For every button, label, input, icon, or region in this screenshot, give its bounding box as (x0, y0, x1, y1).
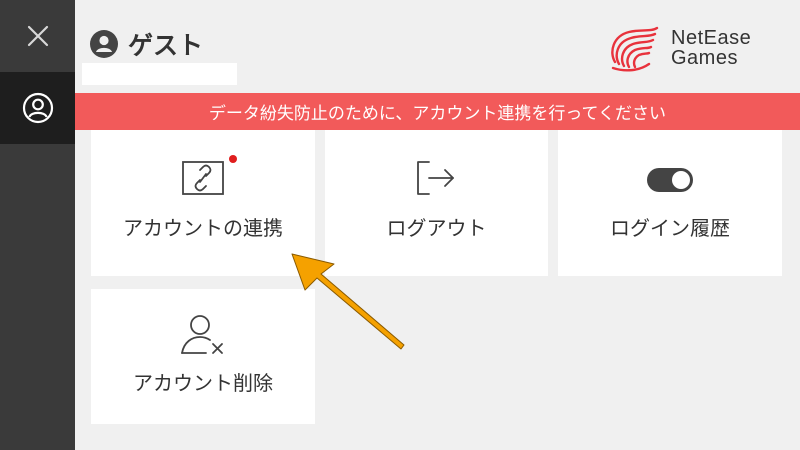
netease-games-logo: NetEase Games (605, 22, 751, 74)
logo-text-line2: Games (671, 47, 738, 69)
logout-card[interactable]: ログアウト (325, 130, 548, 276)
link-account-label: アカウントの連携 (123, 216, 283, 240)
close-icon[interactable] (27, 25, 49, 47)
user-remove-icon (181, 315, 223, 354)
delete-account-card[interactable]: アカウント削除 (91, 289, 315, 424)
banner-text: データ紛失防止のために、アカウント連携を行ってください (208, 104, 667, 124)
close-button[interactable] (0, 0, 75, 72)
link-account-card[interactable]: アカウントの連携 (91, 130, 315, 276)
user-header: ゲスト (90, 26, 203, 62)
logout-icon (417, 161, 454, 195)
logout-label: ログアウト (386, 216, 487, 240)
delete-account-label: アカウント削除 (133, 371, 273, 395)
toggle-icon (647, 168, 693, 192)
login-history-label: ログイン履歴 (610, 216, 730, 240)
login-history-card[interactable]: ログイン履歴 (558, 130, 782, 276)
avatar-icon (90, 30, 118, 58)
netease-logo-icon (611, 26, 659, 72)
logo-text: NetEase Games (671, 28, 751, 68)
user-id-field (82, 63, 237, 85)
sidebar (0, 0, 75, 450)
user-name: ゲスト (128, 31, 204, 60)
account-panel: ゲスト NetEase Games データ紛失防止のために、アカウント連携を行っ… (75, 0, 800, 450)
link-account-banner[interactable]: データ紛失防止のために、アカウント連携を行ってください (75, 93, 800, 130)
notification-badge (229, 155, 237, 163)
profile-icon (22, 92, 53, 124)
sidebar-item-profile[interactable] (0, 72, 75, 144)
link-icon (182, 161, 224, 195)
logo-text-line1: NetEase (671, 27, 752, 49)
